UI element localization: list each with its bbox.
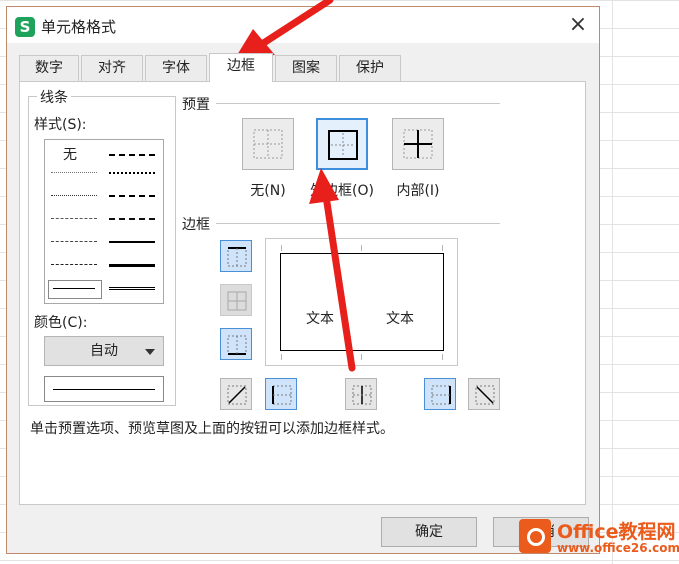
border-none-icon [253,129,283,159]
border-inside-vertical-icon [352,385,372,405]
top-border-button[interactable] [220,240,252,272]
line-style-selection [48,280,102,299]
color-value: 自动 [90,343,118,359]
preset-inside-label: 内部(I) [396,183,440,199]
border-inside-icon [403,129,433,159]
line-style-double[interactable] [109,287,155,290]
tab-font[interactable]: 字体 [145,55,207,81]
diagonal-down-border-button[interactable] [468,378,500,410]
line-style-medium[interactable] [109,241,155,243]
dialog-title: 单元格格式 [41,18,117,36]
line-style-medium-dashed[interactable] [109,218,155,220]
bottom-border-button[interactable] [220,328,252,360]
line-group-legend: 线条 [37,87,71,107]
color-preview [44,376,164,402]
preset-inside-button[interactable] [392,118,444,170]
inside-horizontal-border-button[interactable] [220,284,252,316]
preset-outline-label: 外边框(O) [310,183,374,199]
presets-divider [216,103,500,104]
color-dropdown[interactable]: 自动 [44,336,164,366]
diagonal-up-border-button[interactable] [220,378,252,410]
color-label: 颜色(C): [34,315,88,331]
border-preview[interactable]: 文本 文本 [265,238,458,366]
tab-alignment[interactable]: 对齐 [81,55,143,81]
line-style-dash-dot-dot[interactable] [51,241,97,242]
preview-corner-mark [442,354,443,360]
watermark-name: Office教程网 [557,521,676,543]
border-inside-horizontal-icon [227,291,247,311]
preview-corner-mark [361,245,362,251]
close-icon[interactable]: × [567,14,589,37]
right-border-button[interactable] [424,378,456,410]
border-divider [216,223,500,224]
preset-outline-button[interactable] [316,118,368,170]
line-style-thick[interactable] [109,264,155,267]
preview-text-left: 文本 [306,311,334,327]
line-style-dashed[interactable] [51,264,97,265]
preview-text-right: 文本 [386,311,414,327]
tab-border[interactable]: 边框 [209,53,273,82]
office-logo-icon [519,519,551,553]
border-diagonal-up-icon [227,385,247,405]
line-style-medium-dash-dot-dot[interactable] [109,154,155,156]
line-style-dotted[interactable] [51,195,97,196]
preview-corner-mark [442,245,443,251]
border-bottom-icon [227,335,247,355]
line-style-hairline[interactable] [51,172,97,173]
tab-number[interactable]: 数字 [19,55,79,81]
watermark-url: www.office26.com [557,541,679,555]
border-outline-icon [328,130,358,160]
chevron-down-icon [145,349,155,355]
border-legend: 边框 [182,217,210,233]
preview-corner-mark [281,354,282,360]
inside-vertical-border-button[interactable] [345,378,377,410]
ok-button[interactable]: 确定 [381,517,477,547]
line-style-dash-dot[interactable] [51,218,97,219]
preset-none-button[interactable] [242,118,294,170]
border-right-icon [431,385,451,405]
border-tab-panel: 线条 样式(S): 无 颜色(C): 自动 预置 无(N) 外边框(O) 内部(… [19,81,586,505]
tab-pattern[interactable]: 图案 [275,55,337,81]
format-cells-dialog: S 单元格格式 × 数字 对齐 字体 边框 图案 保护 线条 样式(S): 无 [6,6,600,554]
preview-corner-mark [281,245,282,251]
preset-none-label: 无(N) [250,183,286,199]
tab-protection[interactable]: 保护 [339,55,401,81]
hint-text: 单击预置选项、预览草图及上面的按钮可以添加边框样式。 [30,421,394,437]
line-style-list[interactable]: 无 [44,139,164,304]
presets-legend: 预置 [182,97,210,113]
preview-corner-mark [361,354,362,360]
border-top-icon [227,247,247,267]
watermark-logo: Office教程网 www.office26.com [513,515,679,559]
preview-cell-frame: 文本 文本 [280,253,444,351]
line-style-medium-dash-dot[interactable] [109,195,155,197]
left-border-button[interactable] [265,378,297,410]
line-style-slant-dash-dot[interactable] [109,172,155,174]
spreadsheet-column-line [612,0,613,564]
border-diagonal-down-icon [475,385,495,405]
line-style-none[interactable]: 无 [63,144,77,164]
border-left-icon [272,385,292,405]
wps-spreadsheet-app-icon: S [15,17,35,37]
dialog-titlebar: S 单元格格式 × [7,7,599,43]
style-label: 样式(S): [34,117,87,133]
